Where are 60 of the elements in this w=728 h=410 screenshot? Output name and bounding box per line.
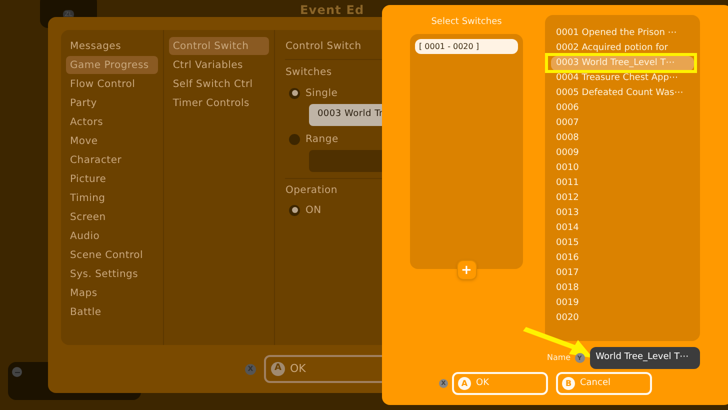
key-icon: A [458, 377, 471, 390]
switch-item[interactable]: 0003 World Tree_Level T⋯ [551, 56, 694, 71]
category-item[interactable]: Actors [66, 113, 158, 131]
switch-item[interactable]: 0005 Defeated Count Was⋯ [551, 86, 694, 101]
command-item[interactable]: Timer Controls [168, 94, 270, 112]
switch-item[interactable]: 0012 [551, 191, 694, 206]
key-icon: B [562, 377, 575, 390]
radio-label: ON [305, 204, 322, 218]
category-item[interactable]: Scene Control [66, 246, 158, 264]
radio-button[interactable] [289, 134, 300, 144]
category-item[interactable]: Picture [66, 170, 158, 188]
category-item[interactable]: Game Progress [66, 56, 158, 74]
switch-item[interactable]: 0006 [551, 101, 694, 116]
radio-label: Range [305, 132, 338, 146]
command-item[interactable]: Self Switch Ctrl [168, 75, 270, 93]
switch-item[interactable]: 0018 [551, 281, 694, 296]
switch-item[interactable]: 0011 [551, 176, 694, 191]
switch-item[interactable]: 0013 [551, 206, 694, 221]
category-item[interactable]: Sys. Settings [66, 265, 158, 283]
category-item[interactable]: Battle [66, 303, 158, 321]
switch-item[interactable]: 0019 [551, 296, 694, 311]
field-label: Name [547, 352, 571, 364]
switch-item[interactable]: 0010 [551, 161, 694, 176]
name-field[interactable]: World Tree_Level T⋯ [590, 347, 700, 369]
group-item[interactable]: [ 0001 - 0020 ] [415, 39, 518, 54]
switch-item[interactable]: 0009 [551, 146, 694, 161]
category-item[interactable]: Character [66, 151, 158, 169]
category-item[interactable]: Maps [66, 284, 158, 302]
section-heading: Control Switch [285, 40, 362, 54]
section-heading: Switches [285, 66, 333, 80]
category-item[interactable]: Audio [66, 227, 158, 245]
switch-item[interactable]: 0017 [551, 266, 694, 281]
switch-item[interactable]: 0004 Treasure Chest App⋯ [551, 71, 694, 86]
add-button[interactable]: + [456, 260, 476, 280]
switch-item[interactable]: 0016 [551, 251, 694, 266]
key-icon: A [271, 362, 285, 376]
category-item[interactable]: Messages [66, 37, 158, 55]
window-title: Event Ed [300, 2, 364, 19]
switch-item[interactable]: 0014 [551, 221, 694, 236]
section-heading: Operation [285, 184, 338, 198]
category-item[interactable]: Party [66, 94, 158, 112]
radio-button[interactable] [289, 204, 300, 216]
command-item[interactable]: Control Switch [168, 37, 270, 55]
switch-item[interactable]: 0007 [551, 116, 694, 131]
switch-item[interactable]: 0002 Acquired potion for [551, 41, 694, 56]
radio-label: Single [305, 86, 338, 100]
dialog-button[interactable]: B Cancel [556, 372, 652, 395]
command-item[interactable]: Ctrl Variables [168, 56, 270, 74]
panel-title: Select Switches [431, 16, 502, 29]
category-item[interactable]: Flow Control [66, 75, 158, 93]
switch-item[interactable]: 0001 Opened the Prison ⋯ [551, 26, 694, 41]
dialog-button[interactable]: A OK [452, 372, 548, 395]
radio-button[interactable] [289, 88, 300, 98]
switch-item[interactable]: 0020 [551, 311, 694, 326]
switch-item[interactable]: 0015 [551, 236, 694, 251]
category-item[interactable]: Timing [66, 189, 158, 207]
switch-item[interactable]: 0008 [551, 131, 694, 146]
category-item[interactable]: Move [66, 132, 158, 150]
minus-icon [12, 367, 22, 377]
category-item[interactable]: Screen [66, 208, 158, 226]
